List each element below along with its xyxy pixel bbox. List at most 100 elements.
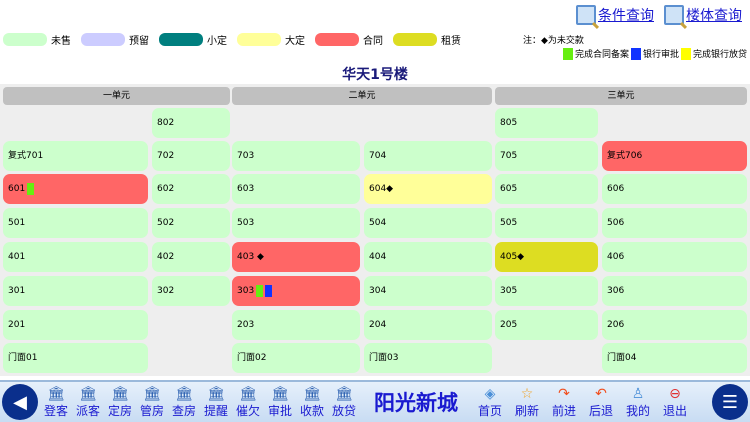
room-cell[interactable]: 301 [3,276,148,306]
nav-label: 查房 [171,403,196,418]
room-cell[interactable]: 604◆ [364,174,492,204]
nav-button[interactable]: ⊖ 退出 [659,386,691,419]
room-label: 604◆ [369,184,394,194]
room-cell[interactable]: 复式701 [3,141,148,171]
room-cell[interactable]: 门面02 [232,343,360,373]
room-cell[interactable]: 805 [495,108,598,138]
nav-button[interactable]: 🏛 催欠 [232,386,264,419]
room-cell[interactable]: 505 [495,208,598,238]
room-cell[interactable]: 506 [602,208,747,238]
room-cell[interactable]: 501 [3,208,148,238]
nav-label: 收款 [299,403,324,418]
room-cell[interactable]: 302 [152,276,230,306]
room-cell[interactable]: 802 [152,108,230,138]
room-cell[interactable]: 503 [232,208,360,238]
legend-swatch [3,33,47,46]
nav-button[interactable]: ◈ 首页 [474,386,506,419]
nav-button[interactable]: 🏛 管房 [136,386,168,419]
room-label: 302 [157,286,175,296]
nav-button[interactable]: ↶ 后退 [585,386,617,419]
room-cell[interactable]: 401 [3,242,148,272]
legend-label: 预留 [129,36,149,47]
forward-icon: ↷ [558,385,570,402]
room-cell[interactable]: 605 [495,174,598,204]
room-cell[interactable]: 703 [232,141,360,171]
nav-button[interactable]: 🏛 派客 [72,386,104,419]
unit-header-2[interactable]: 二单元 [232,87,492,105]
room-cell[interactable]: 702 [152,141,230,171]
room-cell[interactable]: 203 [232,310,360,340]
room-cell[interactable]: 303 [232,276,360,306]
nav-button[interactable]: 🏛 查房 [168,386,200,419]
progress-mark [265,285,273,297]
room-cell[interactable]: 204 [364,310,492,340]
room-label: 703 [237,151,255,161]
room-cell[interactable]: 504 [364,208,492,238]
condition-query-link[interactable]: 条件查询 [576,5,654,25]
nav-button[interactable]: 🏛 审批 [264,386,296,419]
back-icon: ↶ [595,385,607,402]
nav-right: ◈ 首页 ☆ 刷新 ↷ 前进 ↶ 后退 ♙ 我的 ⊖ 退出 [474,386,691,419]
room-label: 304 [369,286,387,296]
room-label: 402 [157,252,175,262]
nav-button[interactable]: 🏛 定房 [104,386,136,419]
legend-swatch [237,33,281,46]
mark-swatch [562,47,573,60]
top-links: 条件查询 楼体查询 [576,5,742,25]
legend-item: 预留 [81,32,149,47]
room-label: 301 [8,286,26,296]
unit-header-1[interactable]: 一单元 [3,87,230,105]
room-label: 503 [237,218,255,228]
room-cell[interactable]: 206 [602,310,747,340]
room-cell[interactable]: 603 [232,174,360,204]
room-label: 403 ◆ [237,252,264,262]
room-cell[interactable]: 304 [364,276,492,306]
nav-button[interactable]: 🏛 提醒 [200,386,232,419]
room-cell[interactable]: 405◆ [495,242,598,272]
nav-button[interactable]: ☆ 刷新 [511,386,543,419]
nav-button[interactable]: ♙ 我的 [622,386,654,419]
back-arrow-button[interactable]: ◀ [2,384,38,420]
building-icon: 🏛 [47,385,65,402]
mark-label: 完成合同备案 [574,50,629,60]
room-cell[interactable]: 705 [495,141,598,171]
building-query-link[interactable]: 楼体查询 [664,5,742,25]
nav-button[interactable]: 🏛 收款 [296,386,328,419]
room-label: 602 [157,184,175,194]
room-cell[interactable]: 复式706 [602,141,747,171]
mark-legend: 完成合同备案 银行审批 完成银行放贷 [562,47,747,60]
room-cell[interactable]: 402 [152,242,230,272]
room-cell[interactable]: 403 ◆ [232,242,360,272]
nav-label: 催欠 [235,403,260,418]
room-cell[interactable]: 门面03 [364,343,492,373]
room-label: 505 [500,218,518,228]
nav-button[interactable]: ↷ 前进 [548,386,580,419]
room-cell[interactable]: 门面04 [602,343,747,373]
room-cell[interactable]: 门面01 [3,343,148,373]
room-label: 203 [237,320,255,330]
room-cell[interactable]: 601 [3,174,148,204]
room-cell[interactable]: 704 [364,141,492,171]
nav-label: 退出 [662,403,687,418]
room-cell[interactable]: 205 [495,310,598,340]
room-label: 504 [369,218,387,228]
room-label: 601 [8,184,26,194]
legend-label: 租赁 [441,36,461,47]
room-label: 501 [8,218,26,228]
room-cell[interactable]: 404 [364,242,492,272]
document-menu-button[interactable]: ☰ [712,384,748,420]
room-cell[interactable]: 201 [3,310,148,340]
room-cell[interactable]: 502 [152,208,230,238]
room-label: 406 [607,252,625,262]
room-cell[interactable]: 305 [495,276,598,306]
room-cell[interactable]: 606 [602,174,747,204]
building-icon: 🏛 [239,385,257,402]
room-label: 506 [607,218,625,228]
room-cell[interactable]: 306 [602,276,747,306]
unit-header-3[interactable]: 三单元 [495,87,747,105]
nav-button[interactable]: 🏛 登客 [40,386,72,419]
room-cell[interactable]: 406 [602,242,747,272]
room-cell[interactable]: 602 [152,174,230,204]
building-icon: 🏛 [207,385,225,402]
nav-button[interactable]: 🏛 放贷 [328,386,360,419]
